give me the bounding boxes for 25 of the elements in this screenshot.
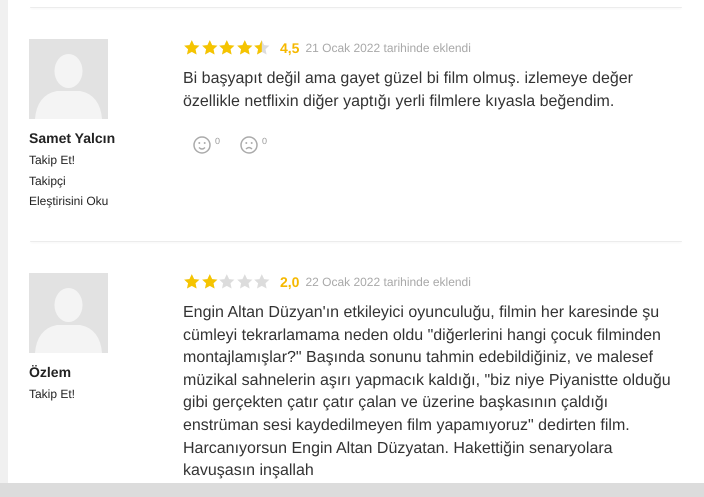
review-text: Bi başyapıt değil ama gayet güzel bi film olmuş. izlemeye değer özellikle netflixin diğer yaptığı yerli filmlere kıyasla beğendim. bbox=[183, 69, 634, 112]
author-name: Özlem bbox=[29, 364, 72, 380]
star-icon bbox=[200, 273, 218, 291]
review-date: 21 Ocak 2022 tarihinde eklendi bbox=[305, 41, 471, 55]
rating-value: 2,0 bbox=[280, 274, 300, 290]
star-icon bbox=[236, 273, 254, 291]
star-icon bbox=[200, 39, 218, 57]
rating-value: 4,5 bbox=[280, 40, 300, 56]
scrollbar[interactable] bbox=[0, 483, 704, 497]
profile-link[interactable]: Eleştirisini Oku bbox=[29, 191, 108, 212]
review-date: 22 Ocak 2022 tarihinde eklendi bbox=[305, 275, 471, 289]
star-icon bbox=[183, 39, 201, 57]
smiley-icon bbox=[193, 136, 211, 154]
author-name: Samet Yalcın bbox=[29, 130, 116, 146]
star-icon bbox=[183, 273, 201, 291]
star-icon bbox=[218, 39, 236, 57]
star-icon bbox=[253, 39, 271, 57]
profile-link[interactable]: Takip Et! bbox=[29, 384, 76, 404]
star-icon bbox=[218, 273, 236, 291]
star-icon bbox=[253, 273, 271, 291]
star-icon bbox=[236, 39, 254, 57]
review-text: Engin Altan Düzyan'ın etkileyici oyunculuğu, filmin her karesinde şu cümleyi tekrarlamama neden oldu "diğerlerini hangi çocuk filminden montajlamışlar?" Başında sonunu tahmin edebildiğiniz, ve malesef müzikal sahnelerin aşırı yapmacık kaldığı, "biz niye Piyanistte olduğu gibi gerçekten çatır çatır çalan ve üzerine başkasının çaldığı enstrüman sesi kaydedilmeyen film yapamıyoruz" dedirten film. Harcanıyorsun Engin Altan Düzyatan. Hakettiğin senaryolara kavuşasın inşallah bbox=[183, 303, 672, 482]
sad-face-icon bbox=[240, 136, 258, 154]
profile-link[interactable]: Takipçi bbox=[29, 170, 66, 191]
profile-link[interactable]: Takip Et! bbox=[29, 150, 76, 170]
